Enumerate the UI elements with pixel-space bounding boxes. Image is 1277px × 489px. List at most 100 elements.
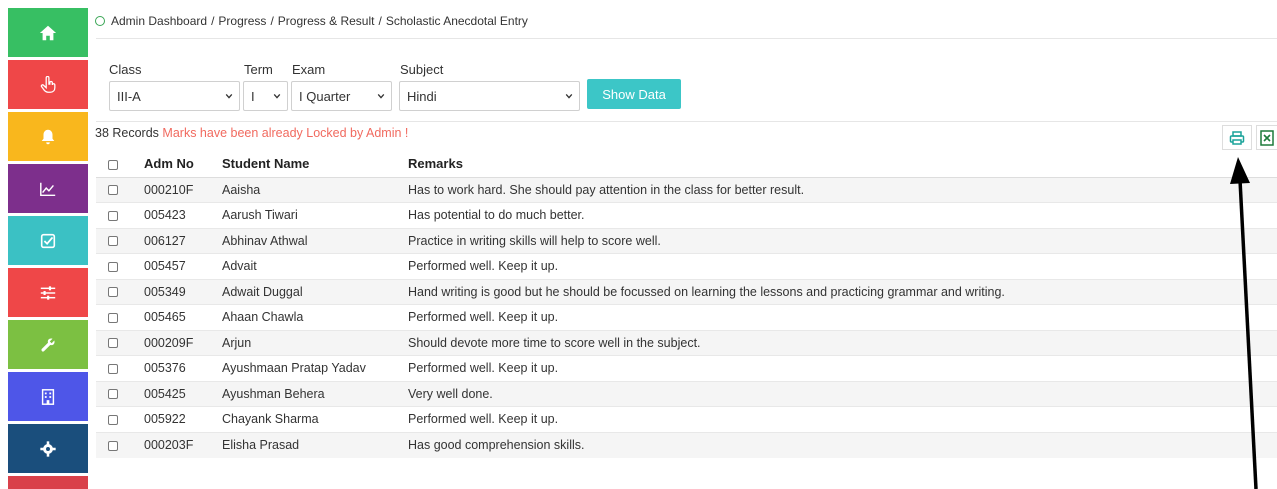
chevron-down-icon — [565, 93, 573, 99]
sidebar-item-extra[interactable] — [8, 476, 88, 489]
breadcrumb: Admin Dashboard / Progress / Progress & … — [95, 14, 528, 28]
term-select[interactable]: I — [243, 81, 288, 111]
cell-adm-no: 000209F — [136, 329, 214, 356]
cell-adm-no: 000210F — [136, 176, 214, 203]
row-checkbox[interactable] — [108, 363, 118, 374]
excel-export-button[interactable] — [1256, 125, 1277, 150]
sidebar-item-tasks[interactable] — [8, 216, 88, 265]
class-label: Class — [109, 62, 142, 77]
sidebar-item-hand[interactable] — [8, 60, 88, 109]
cell-remarks: Practice in writing skills will help to … — [400, 227, 1277, 254]
row-select-cell — [96, 202, 136, 228]
cell-remarks: Performed well. Keep it up. — [400, 355, 1277, 381]
row-checkbox[interactable] — [108, 287, 118, 298]
table-row[interactable]: 000203F Elisha Prasad Has good comprehensi… — [96, 431, 1277, 458]
cell-remarks: Has good comprehension skills. — [400, 431, 1277, 458]
building-icon — [41, 388, 55, 405]
subject-label: Subject — [400, 62, 444, 77]
cell-student-name: Advait — [214, 253, 400, 279]
chevron-down-icon — [225, 93, 233, 99]
header-remarks[interactable]: Remarks — [400, 151, 1277, 178]
table-row[interactable]: 000209F Arjun Should devote more time to s… — [96, 329, 1277, 356]
cell-remarks: Hand writing is good but he should be fo… — [400, 278, 1277, 305]
header-adm-no[interactable]: Adm No — [136, 151, 214, 178]
cell-adm-no: 006127 — [136, 227, 214, 254]
subject-select[interactable]: Hindi — [399, 81, 580, 111]
filter-panel: Class III-A Term I Exam I Quarter Subjec… — [96, 38, 1277, 122]
row-checkbox[interactable] — [108, 185, 118, 196]
sidebar-item-home[interactable] — [8, 8, 88, 57]
sidebar-item-notifications[interactable] — [8, 112, 88, 161]
cell-student-name: Aaisha — [214, 176, 400, 203]
sidebar-item-charts[interactable] — [8, 164, 88, 213]
row-select-cell — [96, 227, 136, 254]
row-checkbox[interactable] — [108, 338, 118, 349]
class-select-value: III-A — [117, 88, 141, 104]
home-icon — [39, 25, 57, 40]
row-select-cell — [96, 304, 136, 330]
gear-icon — [40, 440, 56, 457]
cell-remarks: Performed well. Keep it up. — [400, 253, 1277, 279]
line-chart-icon — [40, 182, 56, 196]
row-select-cell — [96, 355, 136, 381]
breadcrumb-item-progress-result[interactable]: Progress & Result — [278, 14, 375, 28]
chevron-down-icon — [273, 93, 281, 99]
breadcrumb-item-dashboard[interactable]: Admin Dashboard — [111, 14, 207, 28]
row-checkbox[interactable] — [108, 312, 118, 323]
row-select-cell — [96, 278, 136, 305]
table-row[interactable]: 005376 Ayushmaan Pratap Yadav Performed we… — [96, 355, 1277, 381]
table-row[interactable]: 005349 Adwait Duggal Hand writing is good … — [96, 278, 1277, 305]
row-checkbox[interactable] — [108, 414, 118, 425]
exam-select[interactable]: I Quarter — [291, 81, 392, 111]
cell-adm-no: 005349 — [136, 278, 214, 305]
row-select-cell — [96, 253, 136, 279]
table-row[interactable]: 005423 Aarush Tiwari Has potential to do m… — [96, 202, 1277, 228]
exam-label: Exam — [292, 62, 326, 77]
cell-adm-no: 005465 — [136, 304, 214, 330]
cell-remarks: Has to work hard. She should pay attenti… — [400, 176, 1277, 203]
table-row[interactable]: 005425 Ayushman Behera Very well done. — [96, 380, 1277, 407]
table-row[interactable]: 006127 Abhinav Athwal Practice in writing … — [96, 227, 1277, 254]
subject-select-value: Hindi — [407, 88, 437, 104]
show-data-button[interactable]: Show Data — [587, 79, 681, 109]
cell-student-name: Ayushman Behera — [214, 380, 400, 407]
records-count: 38 Records — [95, 126, 159, 140]
sidebar-item-gear[interactable] — [8, 424, 88, 473]
header-student-name[interactable]: Student Name — [214, 151, 400, 178]
sliders-icon — [40, 285, 56, 300]
select-all-checkbox[interactable] — [108, 159, 118, 170]
table-row[interactable]: 005457 Advait Performed well. Keep it up. — [96, 253, 1277, 279]
row-select-cell — [96, 431, 136, 458]
row-checkbox[interactable] — [108, 210, 118, 221]
row-select-cell — [96, 329, 136, 356]
locked-message: Marks have been already Locked by Admin … — [162, 126, 409, 140]
row-checkbox[interactable] — [108, 261, 118, 272]
breadcrumb-separator: / — [211, 14, 215, 28]
records-summary: 38 Records Marks have been already Locke… — [95, 126, 408, 140]
table-row[interactable]: 005465 Ahaan Chawla Performed well. Keep i… — [96, 304, 1277, 330]
breadcrumb-separator: / — [270, 14, 274, 28]
term-select-value: I — [251, 88, 255, 104]
row-checkbox[interactable] — [108, 440, 118, 451]
sidebar-item-tools[interactable] — [8, 320, 88, 369]
table-header-row: Adm No Student Name Remarks — [96, 151, 1277, 178]
class-select[interactable]: III-A — [109, 81, 240, 111]
sidebar-item-sliders[interactable] — [8, 268, 88, 317]
cell-adm-no: 005457 — [136, 253, 214, 279]
exam-select-value: I Quarter — [299, 88, 351, 104]
cell-remarks: Very well done. — [400, 380, 1277, 407]
row-checkbox[interactable] — [108, 389, 118, 400]
table-row[interactable]: 000210F Aaisha Has to work hard. She shoul… — [96, 176, 1277, 203]
cell-student-name: Ahaan Chawla — [214, 304, 400, 330]
row-checkbox[interactable] — [108, 236, 118, 247]
cell-remarks: Should devote more time to score well in… — [400, 329, 1277, 356]
cell-student-name: Ayushmaan Pratap Yadav — [214, 355, 400, 381]
cell-remarks: Performed well. Keep it up. — [400, 304, 1277, 330]
print-button[interactable] — [1222, 125, 1252, 150]
row-select-cell — [96, 380, 136, 407]
table-row[interactable]: 005922 Chayank Sharma Performed well. Keep… — [96, 406, 1277, 432]
print-icon — [1229, 130, 1245, 145]
breadcrumb-item-progress[interactable]: Progress — [218, 14, 266, 28]
cell-remarks: Has potential to do much better. — [400, 202, 1277, 228]
sidebar-item-building[interactable] — [8, 372, 88, 421]
